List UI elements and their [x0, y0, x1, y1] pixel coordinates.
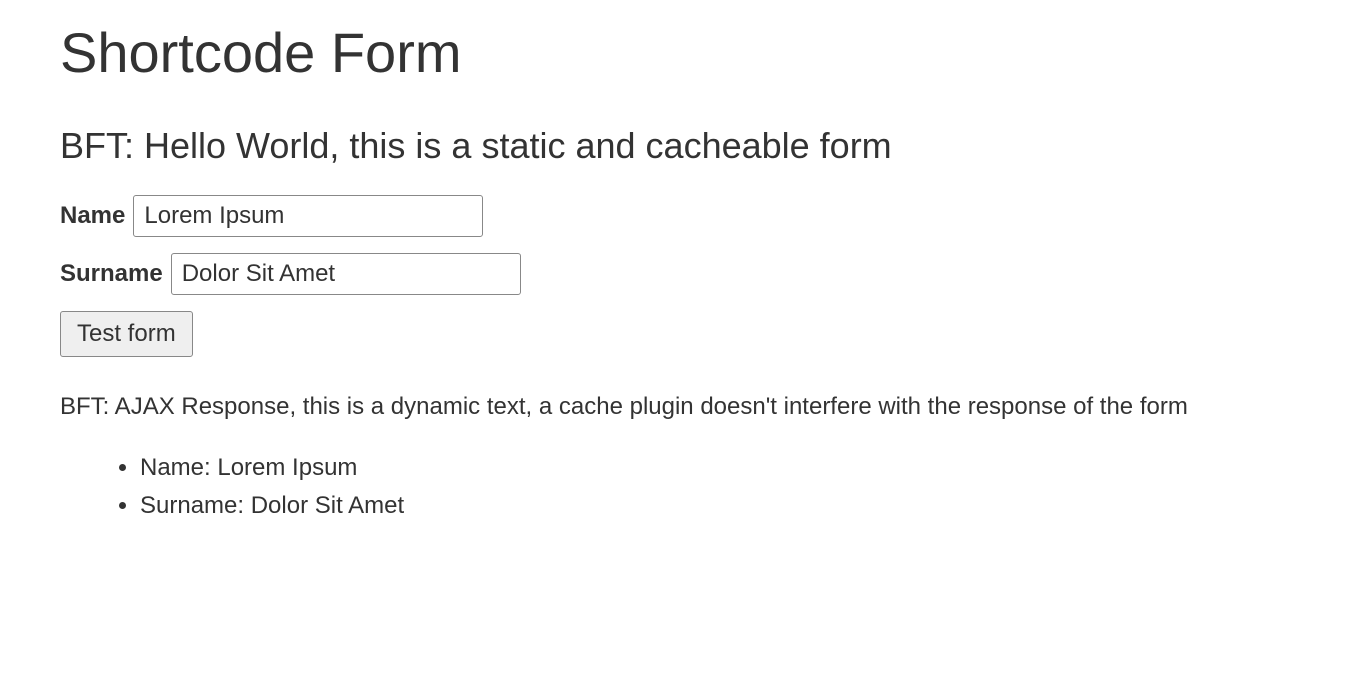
name-row: Name [60, 195, 1312, 237]
list-item: Surname: Dolor Sit Amet [140, 487, 1312, 525]
list-item: Name: Lorem Ipsum [140, 449, 1312, 487]
surname-row: Surname [60, 253, 1312, 295]
name-label: Name [60, 202, 125, 230]
ajax-response-text: BFT: AJAX Response, this is a dynamic te… [60, 389, 1312, 425]
page-subtitle: BFT: Hello World, this is a static and c… [60, 125, 1312, 167]
surname-input[interactable] [171, 253, 521, 295]
surname-label: Surname [60, 260, 163, 288]
page-title: Shortcode Form [60, 20, 1312, 85]
response-list: Name: Lorem Ipsum Surname: Dolor Sit Ame… [60, 449, 1312, 526]
test-form-button[interactable]: Test form [60, 311, 193, 357]
name-input[interactable] [133, 195, 483, 237]
